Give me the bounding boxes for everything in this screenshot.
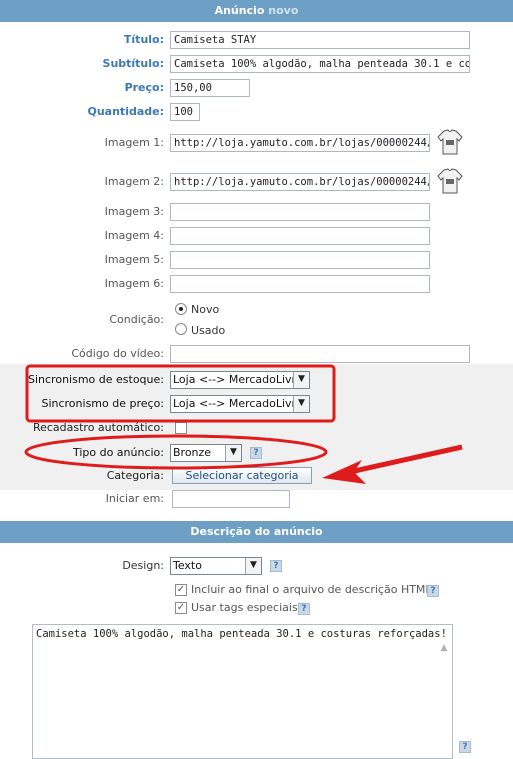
chevron-down-icon: ▼ xyxy=(245,558,261,574)
codigo-video-label: Código do vídeo: xyxy=(71,347,164,360)
imagem3-label: Imagem 3: xyxy=(104,205,164,218)
sinc-preco-select[interactable]: Loja <--> MercadoLivre ▼ xyxy=(170,395,310,413)
usar-tags-label: Usar tags especiais xyxy=(191,601,298,614)
preco-label: Preço: xyxy=(124,81,164,94)
header-title: Anúncio xyxy=(214,4,265,17)
sinc-estoque-select[interactable]: Loja <--> MercadoLivre ▼ xyxy=(170,371,310,389)
recadastro-checkbox[interactable] xyxy=(175,422,187,434)
tipo-anuncio-label: Tipo do anúncio: xyxy=(72,446,164,459)
imagem4-label: Imagem 4: xyxy=(104,229,164,242)
description-header: Descrição do anúncio xyxy=(0,521,513,543)
help-icon[interactable]: ? xyxy=(459,741,471,753)
usar-tags-checkbox[interactable]: ✓ xyxy=(175,602,187,614)
shirt-thumbnail-icon[interactable] xyxy=(436,167,464,195)
help-icon[interactable]: ? xyxy=(427,585,439,597)
imagem6-label: Imagem 6: xyxy=(104,277,164,290)
imagem2-input[interactable]: http://loja.yamuto.com.br/lojas/00000244… xyxy=(170,173,430,191)
header-title-accent: novo xyxy=(268,4,299,17)
select-category-button[interactable]: Selecionar categoria xyxy=(172,467,312,484)
chevron-down-icon: ▼ xyxy=(293,372,309,388)
titulo-input[interactable]: Camiseta STAY xyxy=(170,31,470,49)
preco-input[interactable]: 150,00 xyxy=(170,79,250,97)
categoria-label: Categoria: xyxy=(106,469,164,482)
description-textarea[interactable]: Camiseta 100% algodão, malha penteada 30… xyxy=(32,624,453,759)
imagem6-input[interactable] xyxy=(170,275,430,293)
imagem1-label: Imagem 1: xyxy=(104,136,164,149)
subtitulo-input[interactable]: Camiseta 100% algodão, malha penteada 30… xyxy=(170,55,470,73)
design-select[interactable]: Texto ▼ xyxy=(170,557,262,575)
quantidade-label: Quantidade: xyxy=(87,105,165,118)
imagem2-label: Imagem 2: xyxy=(104,175,164,188)
imagem1-input[interactable]: http://loja.yamuto.com.br/lojas/00000244… xyxy=(170,134,430,152)
imagem5-label: Imagem 5: xyxy=(104,253,164,266)
codigo-video-input[interactable] xyxy=(170,345,470,363)
radio-usado[interactable] xyxy=(175,323,187,335)
recadastro-label: Recadastro automático: xyxy=(32,421,164,434)
help-icon[interactable]: ? xyxy=(250,447,262,459)
incluir-html-checkbox[interactable]: ✓ xyxy=(175,584,187,596)
chevron-down-icon: ▼ xyxy=(225,445,241,461)
subtitulo-label: Subtítulo: xyxy=(102,57,164,70)
imagem5-input[interactable] xyxy=(170,251,430,269)
radio-novo[interactable] xyxy=(175,303,187,315)
iniciar-em-input[interactable] xyxy=(172,490,290,508)
radio-novo-label: Novo xyxy=(191,303,220,316)
titulo-label: Título: xyxy=(123,33,164,46)
incluir-html-label: Incluir ao final o arquivo de descrição … xyxy=(191,583,432,596)
quantidade-input[interactable]: 100 xyxy=(170,103,200,121)
tipo-anuncio-value: Bronze xyxy=(173,446,212,459)
condicao-label: Condição: xyxy=(109,313,164,326)
help-icon[interactable]: ? xyxy=(298,603,310,615)
chevron-down-icon: ▼ xyxy=(293,396,309,412)
design-value: Texto xyxy=(173,559,202,572)
sinc-estoque-label: Sincronismo de estoque: xyxy=(28,373,164,386)
ad-header: Anúncio novo xyxy=(0,0,513,22)
shirt-thumbnail-icon[interactable] xyxy=(436,128,464,156)
design-label: Design: xyxy=(122,559,164,572)
scroll-up-icon[interactable]: ▲ xyxy=(438,642,450,654)
imagem3-input[interactable] xyxy=(170,203,430,221)
sinc-preco-label: Sincronismo de preço: xyxy=(41,397,164,410)
radio-usado-label: Usado xyxy=(191,324,226,337)
sinc-preco-value: Loja <--> MercadoLivre xyxy=(173,397,303,410)
imagem4-input[interactable] xyxy=(170,227,430,245)
iniciar-em-label: Iniciar em: xyxy=(105,492,164,505)
tipo-anuncio-select[interactable]: Bronze ▼ xyxy=(170,444,242,462)
help-icon[interactable]: ? xyxy=(270,560,282,572)
sinc-estoque-value: Loja <--> MercadoLivre xyxy=(173,373,303,386)
